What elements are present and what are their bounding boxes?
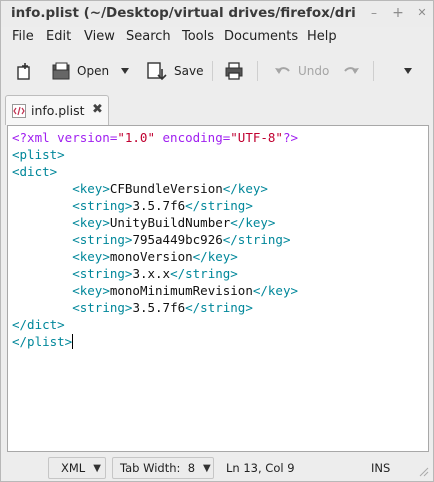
printer-icon — [225, 62, 243, 80]
cursor-position: Ln 13, Col 9 — [226, 461, 295, 475]
editor-window: info.plist (~/Desktop/virtual drives/fir… — [0, 0, 434, 482]
tab-info-plist[interactable]: info.plist ✖ — [5, 95, 109, 125]
save-icon — [147, 62, 167, 81]
open-label: Open — [77, 64, 110, 78]
tab-width-selector[interactable]: Tab Width: 8 ▼ — [112, 457, 214, 479]
toolbar-overflow-button[interactable] — [402, 59, 414, 83]
menu-edit[interactable]: Edit — [46, 29, 71, 44]
menu-tools[interactable]: Tools — [182, 29, 214, 44]
document-tabs: info.plist ✖ — [1, 93, 433, 125]
code-line[interactable]: <key>monoVersion</key> — [12, 248, 298, 265]
tab-width-label: Tab Width: 8 — [120, 461, 196, 475]
code-view[interactable]: <?xml version="1.0" encoding="UTF-8"?> <p… — [12, 129, 298, 350]
new-document-icon — [17, 63, 30, 80]
status-bar: XML ▼ Tab Width: 8 ▼ Ln 13, Col 9 INS — [1, 455, 433, 481]
code-line[interactable]: <dict> — [12, 163, 298, 180]
code-line[interactable]: <?xml version="1.0" encoding="UTF-8"?> — [12, 129, 298, 146]
undo-button[interactable]: Undo — [274, 59, 329, 83]
code-line[interactable]: </dict> — [12, 316, 298, 333]
window-title: info.plist (~/Desktop/virtual drives/fir… — [11, 5, 356, 21]
dropdown-arrow-icon: ▼ — [203, 462, 211, 474]
menu-file[interactable]: File — [12, 29, 34, 44]
code-line[interactable]: <key>CFBundleVersion</key> — [12, 180, 298, 197]
dropdown-arrow-icon — [121, 68, 129, 74]
code-line[interactable]: <key>UnityBuildNumber</key> — [12, 214, 298, 231]
title-bar[interactable]: info.plist (~/Desktop/virtual drives/fir… — [1, 1, 433, 27]
dropdown-arrow-icon: ▼ — [93, 462, 101, 474]
code-line[interactable]: <string>3.5.7f6</string> — [12, 197, 298, 214]
code-line[interactable]: <string>795a449bc926</string> — [12, 231, 298, 248]
maximize-icon[interactable]: + — [390, 5, 406, 21]
undo-label: Undo — [298, 64, 330, 78]
redo-button[interactable] — [342, 59, 360, 83]
insert-mode-indicator: INS — [371, 461, 391, 475]
language-selector[interactable]: XML ▼ — [48, 457, 106, 479]
toolbar-separator — [212, 61, 213, 81]
xml-file-icon — [12, 104, 26, 118]
open-folder-icon — [52, 62, 70, 80]
code-line[interactable]: <plist> — [12, 146, 298, 163]
save-label: Save — [174, 64, 204, 78]
open-recent-dropdown[interactable] — [119, 59, 131, 83]
toolbar: Open Save Undo — [1, 53, 433, 89]
code-line[interactable]: </plist> — [12, 333, 298, 350]
undo-icon — [275, 67, 290, 74]
menu-bar: File Edit View Search Tools Documents He… — [1, 27, 433, 49]
close-window-icon[interactable]: ✕ — [414, 5, 430, 21]
menu-view[interactable]: View — [84, 29, 115, 44]
toolbar-separator — [257, 61, 258, 81]
toolbar-separator — [373, 61, 374, 81]
text-caret — [72, 334, 74, 349]
menu-documents[interactable]: Documents — [224, 29, 298, 44]
minimize-icon[interactable]: – — [366, 5, 382, 21]
new-document-button[interactable] — [15, 59, 35, 83]
redo-icon — [344, 67, 359, 74]
menu-help[interactable]: Help — [307, 29, 337, 44]
save-button[interactable]: Save — [146, 59, 203, 83]
menu-search[interactable]: Search — [126, 29, 171, 44]
code-line[interactable]: <string>3.5.7f6</string> — [12, 299, 298, 316]
close-tab-icon[interactable]: ✖ — [92, 102, 103, 117]
language-label: XML — [61, 461, 86, 475]
tab-label: info.plist — [31, 103, 85, 118]
code-line[interactable]: <key>monoMinimumRevision</key> — [12, 282, 298, 299]
resize-grip-icon[interactable] — [419, 467, 429, 477]
print-button[interactable] — [224, 59, 244, 83]
open-button[interactable]: Open — [51, 59, 109, 83]
text-editor[interactable]: <?xml version="1.0" encoding="UTF-8"?> <p… — [7, 125, 429, 452]
code-line[interactable]: <string>3.x.x</string> — [12, 265, 298, 282]
dropdown-arrow-icon — [404, 68, 412, 74]
